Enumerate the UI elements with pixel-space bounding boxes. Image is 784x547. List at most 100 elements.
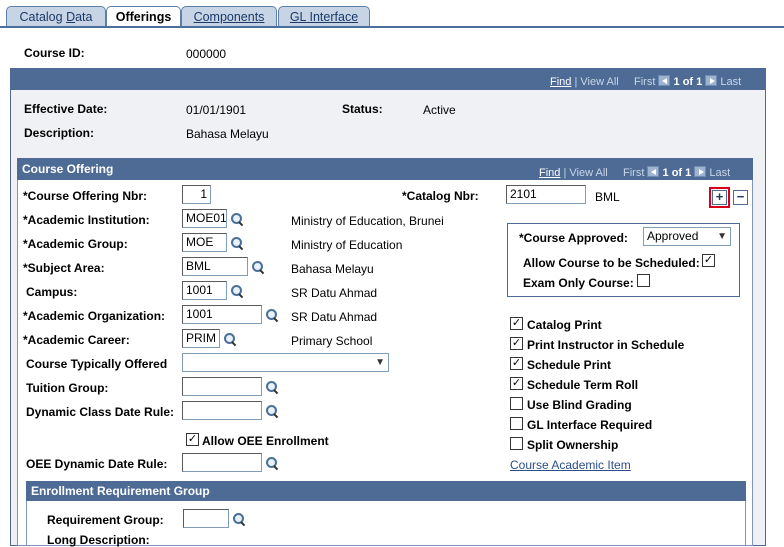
career-input[interactable]: PRIM: [182, 329, 220, 348]
tab-offerings[interactable]: Offerings: [106, 6, 181, 28]
career-label: *Academic Career:: [23, 333, 130, 347]
main-next-icon[interactable]: [705, 75, 718, 86]
subject-input[interactable]: BML: [182, 257, 248, 276]
catalog-print-label: Catalog Print: [527, 318, 602, 332]
course-offering-header: Course Offering Find | View All First 1 …: [17, 158, 753, 180]
split-ownership-checkbox[interactable]: [510, 437, 523, 450]
access-key-letter: D: [66, 10, 76, 24]
tab-catalog-data[interactable]: Catalog Data: [6, 6, 106, 27]
dynamic-rule-label: Dynamic Class Date Rule:: [26, 405, 175, 419]
allow-oee-checkbox[interactable]: ✓: [186, 433, 199, 446]
group-label: *Academic Group:: [23, 237, 128, 251]
approved-select[interactable]: Approved ▼: [643, 227, 731, 246]
org-label: *Academic Organization:: [23, 309, 166, 323]
subject-label: *Subject Area:: [23, 261, 105, 275]
offering-prev-icon[interactable]: [647, 166, 660, 177]
main-prev-icon[interactable]: [658, 75, 671, 86]
remove-row-button[interactable]: −: [733, 190, 748, 205]
blind-grading-label: Use Blind Grading: [527, 398, 632, 412]
institution-input[interactable]: MOE01: [182, 209, 227, 228]
campus-input[interactable]: 1001: [182, 281, 227, 300]
status-label: Status:: [342, 102, 383, 116]
campus-label: Campus:: [26, 285, 78, 299]
req-group-label: Requirement Group:: [47, 513, 164, 527]
tab-components-label: Components: [193, 10, 265, 24]
subject-lookup-icon[interactable]: [251, 260, 265, 274]
offering-counter: 1 of 1: [662, 167, 692, 179]
oee-rule-input[interactable]: [182, 453, 262, 472]
offering-last[interactable]: Last: [709, 167, 730, 179]
allow-schedule-label: Allow Course to be Scheduled:: [523, 256, 700, 270]
subject-desc: Bahasa Melayu: [291, 262, 374, 276]
catalog-desc: BML: [595, 190, 620, 204]
approved-value: Approved: [647, 229, 699, 243]
req-group-input[interactable]: [183, 509, 229, 528]
catalog-nbr-label: *Catalog Nbr:: [402, 189, 479, 203]
status-value: Active: [423, 103, 456, 117]
add-symbol: +: [715, 189, 724, 204]
offering-next-icon[interactable]: [694, 166, 707, 177]
institution-lookup-icon[interactable]: [230, 212, 244, 226]
approved-label: *Course Approved:: [519, 231, 628, 245]
description-label: Description:: [24, 126, 95, 140]
gl-interface-label: GL Interface Required: [527, 418, 653, 432]
offering-nav: Find | View All First 1 of 1 Last: [539, 166, 731, 179]
schedule-term-roll-checkbox[interactable]: ✓: [510, 377, 523, 390]
campus-lookup-icon[interactable]: [230, 284, 244, 298]
split-ownership-label: Split Ownership: [527, 438, 619, 452]
enrollment-title: Enrollment Requirement Group: [31, 484, 210, 498]
offering-view-all[interactable]: View All: [569, 167, 607, 179]
main-counter: 1 of 1: [673, 76, 703, 88]
long-desc-label: Long Description:: [47, 533, 150, 547]
remove-symbol: −: [736, 189, 745, 204]
add-row-button[interactable]: +: [709, 187, 730, 208]
typically-offered-select[interactable]: ▼: [182, 353, 389, 372]
req-group-lookup-icon[interactable]: [232, 512, 246, 526]
description-value: Bahasa Melayu: [186, 127, 269, 141]
allow-oee-label: Allow OEE Enrollment: [202, 434, 329, 448]
oee-rule-label: OEE Dynamic Date Rule:: [26, 457, 168, 471]
print-instructor-checkbox[interactable]: ✓: [510, 337, 523, 350]
tab-gl-interface[interactable]: GL Interface: [278, 6, 370, 27]
offering-nbr-input[interactable]: 1: [182, 185, 211, 204]
tuition-input[interactable]: [182, 377, 262, 396]
effective-date-label: Effective Date:: [24, 102, 108, 116]
allow-schedule-checkbox[interactable]: ✓: [702, 254, 715, 267]
career-desc: Primary School: [291, 334, 373, 348]
exam-only-checkbox[interactable]: [637, 274, 650, 287]
dynamic-rule-lookup-icon[interactable]: [265, 404, 279, 418]
offering-find-link[interactable]: Find: [539, 167, 560, 179]
oee-rule-lookup-icon[interactable]: [265, 456, 279, 470]
course-academic-item-link[interactable]: Course Academic Item: [510, 458, 631, 472]
offering-nbr-label: *Course Offering Nbr:: [23, 189, 148, 203]
main-find-link[interactable]: Find: [550, 76, 571, 88]
group-input[interactable]: MOE: [182, 233, 227, 252]
career-lookup-icon[interactable]: [223, 332, 237, 346]
main-view-all[interactable]: View All: [580, 76, 618, 88]
course-id-label: Course ID:: [24, 46, 85, 60]
org-desc: SR Datu Ahmad: [291, 310, 378, 324]
catalog-print-checkbox[interactable]: ✓: [510, 317, 523, 330]
main-first[interactable]: First: [634, 76, 655, 88]
offering-first[interactable]: First: [623, 167, 644, 179]
tab-offerings-label: Offerings: [115, 10, 172, 24]
dynamic-rule-input[interactable]: [182, 401, 262, 420]
tuition-label: Tuition Group:: [26, 381, 109, 395]
enrollment-header: Enrollment Requirement Group: [26, 481, 746, 501]
org-lookup-icon[interactable]: [265, 308, 279, 322]
group-lookup-icon[interactable]: [230, 236, 244, 250]
tab-gl-interface-label: GL Interface: [289, 10, 359, 24]
org-input[interactable]: 1001: [182, 305, 262, 324]
catalog-nbr-input[interactable]: 2101: [506, 185, 586, 204]
blind-grading-checkbox[interactable]: [510, 397, 523, 410]
tab-components[interactable]: Components: [181, 6, 277, 27]
schedule-term-roll-label: Schedule Term Roll: [527, 378, 639, 392]
main-last[interactable]: Last: [720, 76, 741, 88]
course-id-value: 000000: [186, 47, 227, 61]
gl-interface-checkbox[interactable]: [510, 417, 523, 430]
exam-only-label: Exam Only Course:: [523, 276, 634, 290]
schedule-print-checkbox[interactable]: ✓: [510, 357, 523, 370]
effective-date-value: 01/01/1901: [186, 103, 247, 117]
main-nav-bar: Find | View All First 1 of 1 Last: [10, 68, 766, 90]
tuition-lookup-icon[interactable]: [265, 380, 279, 394]
